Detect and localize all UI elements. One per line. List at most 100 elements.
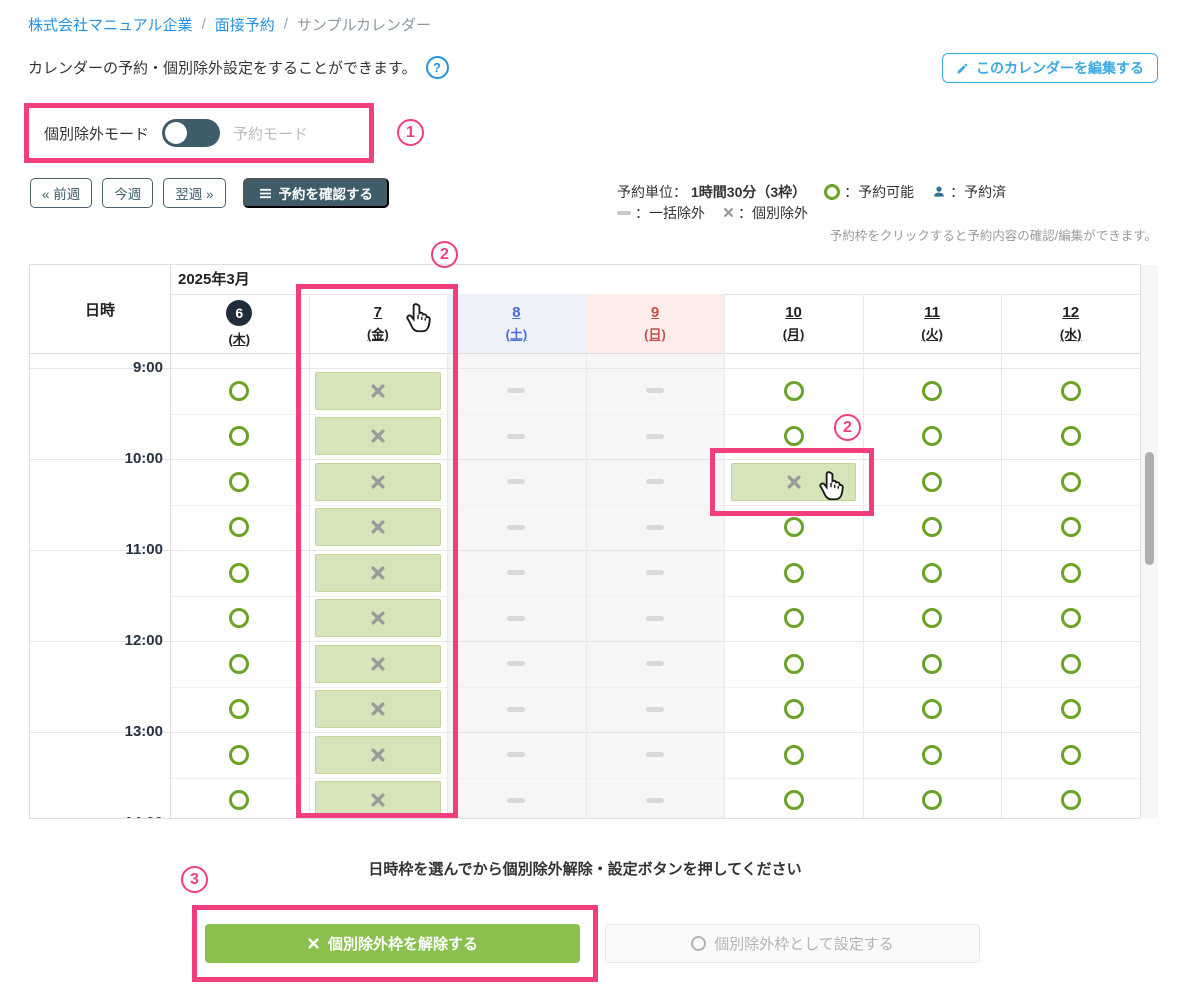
individual-exclusion-label: ：個別除外 bbox=[738, 203, 808, 223]
date-weekday: (水) bbox=[1060, 324, 1082, 343]
slot-open[interactable] bbox=[724, 778, 863, 819]
excluded-slot-box bbox=[315, 781, 441, 818]
check-reservations-button[interactable]: 予約を確認する bbox=[243, 178, 390, 208]
slot-blocked bbox=[586, 368, 725, 414]
blocked-slot-icon bbox=[507, 752, 525, 757]
slot-blocked bbox=[447, 505, 586, 551]
hour-label: 11:00 bbox=[30, 541, 163, 559]
pencil-icon bbox=[956, 62, 969, 75]
slot-open[interactable] bbox=[170, 368, 309, 414]
open-slot-icon bbox=[922, 563, 942, 583]
slot-open[interactable] bbox=[1001, 505, 1140, 551]
slot-open[interactable] bbox=[1001, 778, 1140, 819]
mode-toggle-switch[interactable] bbox=[162, 119, 220, 147]
slot-open[interactable] bbox=[724, 550, 863, 596]
date-number: 11 bbox=[924, 304, 940, 321]
slot-open[interactable] bbox=[724, 368, 863, 414]
edit-calendar-button[interactable]: このカレンダーを編集する bbox=[942, 53, 1158, 83]
slot-excluded[interactable] bbox=[309, 732, 448, 778]
slot-excluded[interactable] bbox=[309, 505, 448, 551]
slot-open[interactable] bbox=[1001, 596, 1140, 642]
slot-open[interactable] bbox=[724, 505, 863, 551]
set-exclusion-button[interactable]: 個別除外枠として設定する bbox=[605, 924, 980, 963]
slot-open[interactable] bbox=[724, 596, 863, 642]
scrollbar-thumb[interactable] bbox=[1145, 452, 1154, 565]
slot-open[interactable] bbox=[863, 596, 1002, 642]
date-header-6[interactable]: 6(木) bbox=[170, 294, 309, 353]
slot-open[interactable] bbox=[1001, 459, 1140, 505]
slot-blocked bbox=[447, 550, 586, 596]
legend-hint: 予約枠をクリックすると予約内容の確認/編集ができます。 bbox=[830, 225, 1157, 244]
slot-open[interactable] bbox=[724, 641, 863, 687]
date-header-11[interactable]: 11(火) bbox=[863, 294, 1002, 353]
slot-open[interactable] bbox=[863, 641, 1002, 687]
slot-excluded[interactable] bbox=[309, 596, 448, 642]
slot-open[interactable] bbox=[863, 550, 1002, 596]
slot-excluded[interactable] bbox=[309, 414, 448, 460]
slot-excluded[interactable] bbox=[309, 368, 448, 414]
breadcrumb-company-link[interactable]: 株式会社マニュアル企業 bbox=[28, 14, 193, 35]
slot-open[interactable] bbox=[1001, 641, 1140, 687]
slot-open[interactable] bbox=[170, 687, 309, 733]
calendar-settings-page: 株式会社マニュアル企業 / 面接予約 / サンプルカレンダー カレンダーの予約・… bbox=[0, 0, 1186, 1005]
slot-excluded[interactable] bbox=[309, 687, 448, 733]
open-slot-icon bbox=[922, 654, 942, 674]
breadcrumb-interview-link[interactable]: 面接予約 bbox=[215, 14, 275, 35]
slot-open[interactable] bbox=[1001, 550, 1140, 596]
date-header-9[interactable]: 9(日) bbox=[586, 294, 725, 353]
slot-open[interactable] bbox=[863, 732, 1002, 778]
slot-open[interactable] bbox=[724, 732, 863, 778]
slot-open[interactable] bbox=[170, 732, 309, 778]
slot-blocked bbox=[447, 687, 586, 733]
blocked-slot-icon bbox=[507, 616, 525, 621]
slot-open[interactable] bbox=[724, 687, 863, 733]
slot-open[interactable] bbox=[863, 459, 1002, 505]
slot-excluded[interactable] bbox=[309, 459, 448, 505]
slot-blocked bbox=[447, 732, 586, 778]
slot-blocked bbox=[586, 505, 725, 551]
slot-open[interactable] bbox=[170, 550, 309, 596]
slot-open[interactable] bbox=[170, 414, 309, 460]
slot-excluded[interactable] bbox=[309, 550, 448, 596]
slot-open[interactable] bbox=[863, 368, 1002, 414]
next-week-button[interactable]: 翌週 » bbox=[163, 178, 225, 208]
open-slot-icon bbox=[229, 563, 249, 583]
slot-open[interactable] bbox=[863, 687, 1002, 733]
slot-open[interactable] bbox=[170, 596, 309, 642]
slot-open[interactable] bbox=[1001, 414, 1140, 460]
slot-open[interactable] bbox=[170, 505, 309, 551]
slot-open[interactable] bbox=[1001, 687, 1140, 733]
slot-blocked bbox=[447, 414, 586, 460]
slot-blocked bbox=[447, 596, 586, 642]
excluded-slot-box bbox=[315, 736, 441, 774]
slot-open[interactable] bbox=[170, 778, 309, 819]
slot-open[interactable] bbox=[170, 641, 309, 687]
help-icon[interactable]: ? bbox=[426, 56, 449, 79]
slot-open[interactable] bbox=[863, 414, 1002, 460]
blocked-slot-icon bbox=[646, 570, 664, 575]
date-header-12[interactable]: 12(水) bbox=[1001, 294, 1140, 353]
scrollbar-track bbox=[1141, 265, 1158, 818]
prev-week-button[interactable]: « 前週 bbox=[30, 178, 92, 208]
this-week-button[interactable]: 今週 bbox=[102, 178, 153, 208]
reservation-mode-label: 予約モード bbox=[233, 123, 308, 144]
slot-open[interactable] bbox=[863, 778, 1002, 819]
slot-blocked bbox=[586, 550, 725, 596]
breadcrumb-separator: / bbox=[284, 16, 288, 33]
blocked-slot-icon bbox=[507, 388, 525, 393]
edit-calendar-button-label: このカレンダーを編集する bbox=[976, 58, 1144, 78]
slot-excluded[interactable] bbox=[309, 641, 448, 687]
hour-label: 14:00 bbox=[30, 814, 163, 818]
blocked-slot-icon bbox=[646, 798, 664, 803]
excluded-slot-box bbox=[315, 599, 441, 637]
slot-open[interactable] bbox=[170, 459, 309, 505]
date-header-8[interactable]: 8(土) bbox=[447, 294, 586, 353]
blocked-slot-icon bbox=[646, 525, 664, 530]
slot-open[interactable] bbox=[1001, 732, 1140, 778]
date-header-10[interactable]: 10(月) bbox=[724, 294, 863, 353]
slot-open[interactable] bbox=[863, 505, 1002, 551]
slot-excluded[interactable] bbox=[309, 778, 448, 819]
open-slot-icon bbox=[229, 699, 249, 719]
release-exclusion-button[interactable]: 個別除外枠を解除する bbox=[205, 924, 580, 963]
slot-open[interactable] bbox=[1001, 368, 1140, 414]
